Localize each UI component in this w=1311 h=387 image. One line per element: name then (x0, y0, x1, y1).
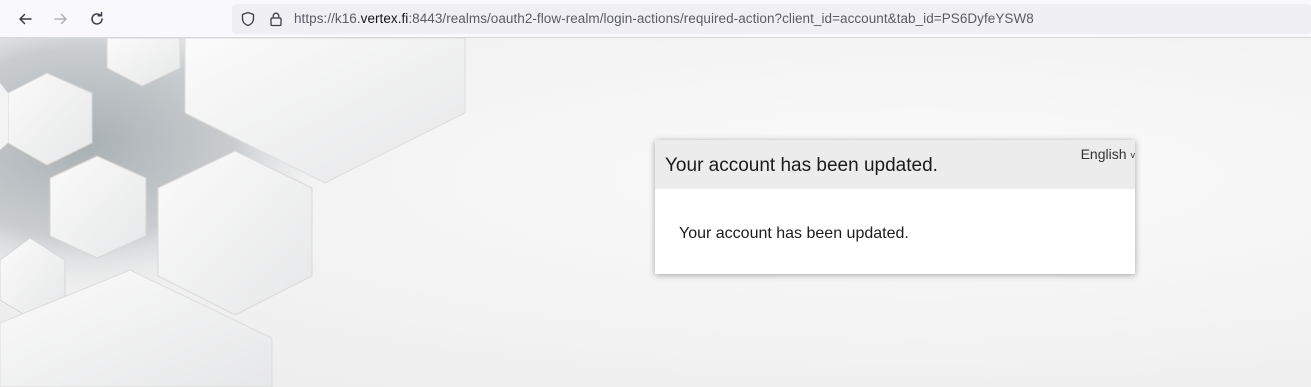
lock-icon[interactable] (268, 11, 284, 32)
info-card: Your account has been updated. English v… (655, 140, 1135, 274)
page-title: Your account has been updated. (665, 155, 938, 176)
url-host: vertex.fi (360, 11, 409, 26)
browser-toolbar: https://k16.vertex.fi:8443/realms/oauth2… (0, 0, 1311, 38)
card-header: Your account has been updated. English v (655, 140, 1135, 189)
arrow-right-icon (53, 11, 69, 27)
forward-button[interactable] (47, 5, 75, 33)
info-message: Your account has been updated. (679, 225, 909, 242)
address-bar[interactable]: https://k16.vertex.fi:8443/realms/oauth2… (232, 4, 1311, 34)
back-button[interactable] (11, 5, 39, 33)
page-content: Your account has been updated. English v… (0, 38, 1311, 387)
arrow-left-icon (17, 11, 33, 27)
chevron-down-icon: v (1130, 149, 1136, 160)
reload-button[interactable] (83, 5, 111, 33)
language-selector[interactable]: English v (1081, 146, 1135, 162)
reload-icon (89, 11, 105, 27)
shield-icon[interactable] (240, 11, 256, 32)
url-text[interactable]: https://k16.vertex.fi:8443/realms/oauth2… (294, 11, 1034, 26)
url-prefix: https://k16. (294, 11, 361, 26)
language-label: English (1080, 146, 1127, 162)
url-path: :8443/realms/oauth2-flow-realm/login-act… (408, 11, 1034, 26)
